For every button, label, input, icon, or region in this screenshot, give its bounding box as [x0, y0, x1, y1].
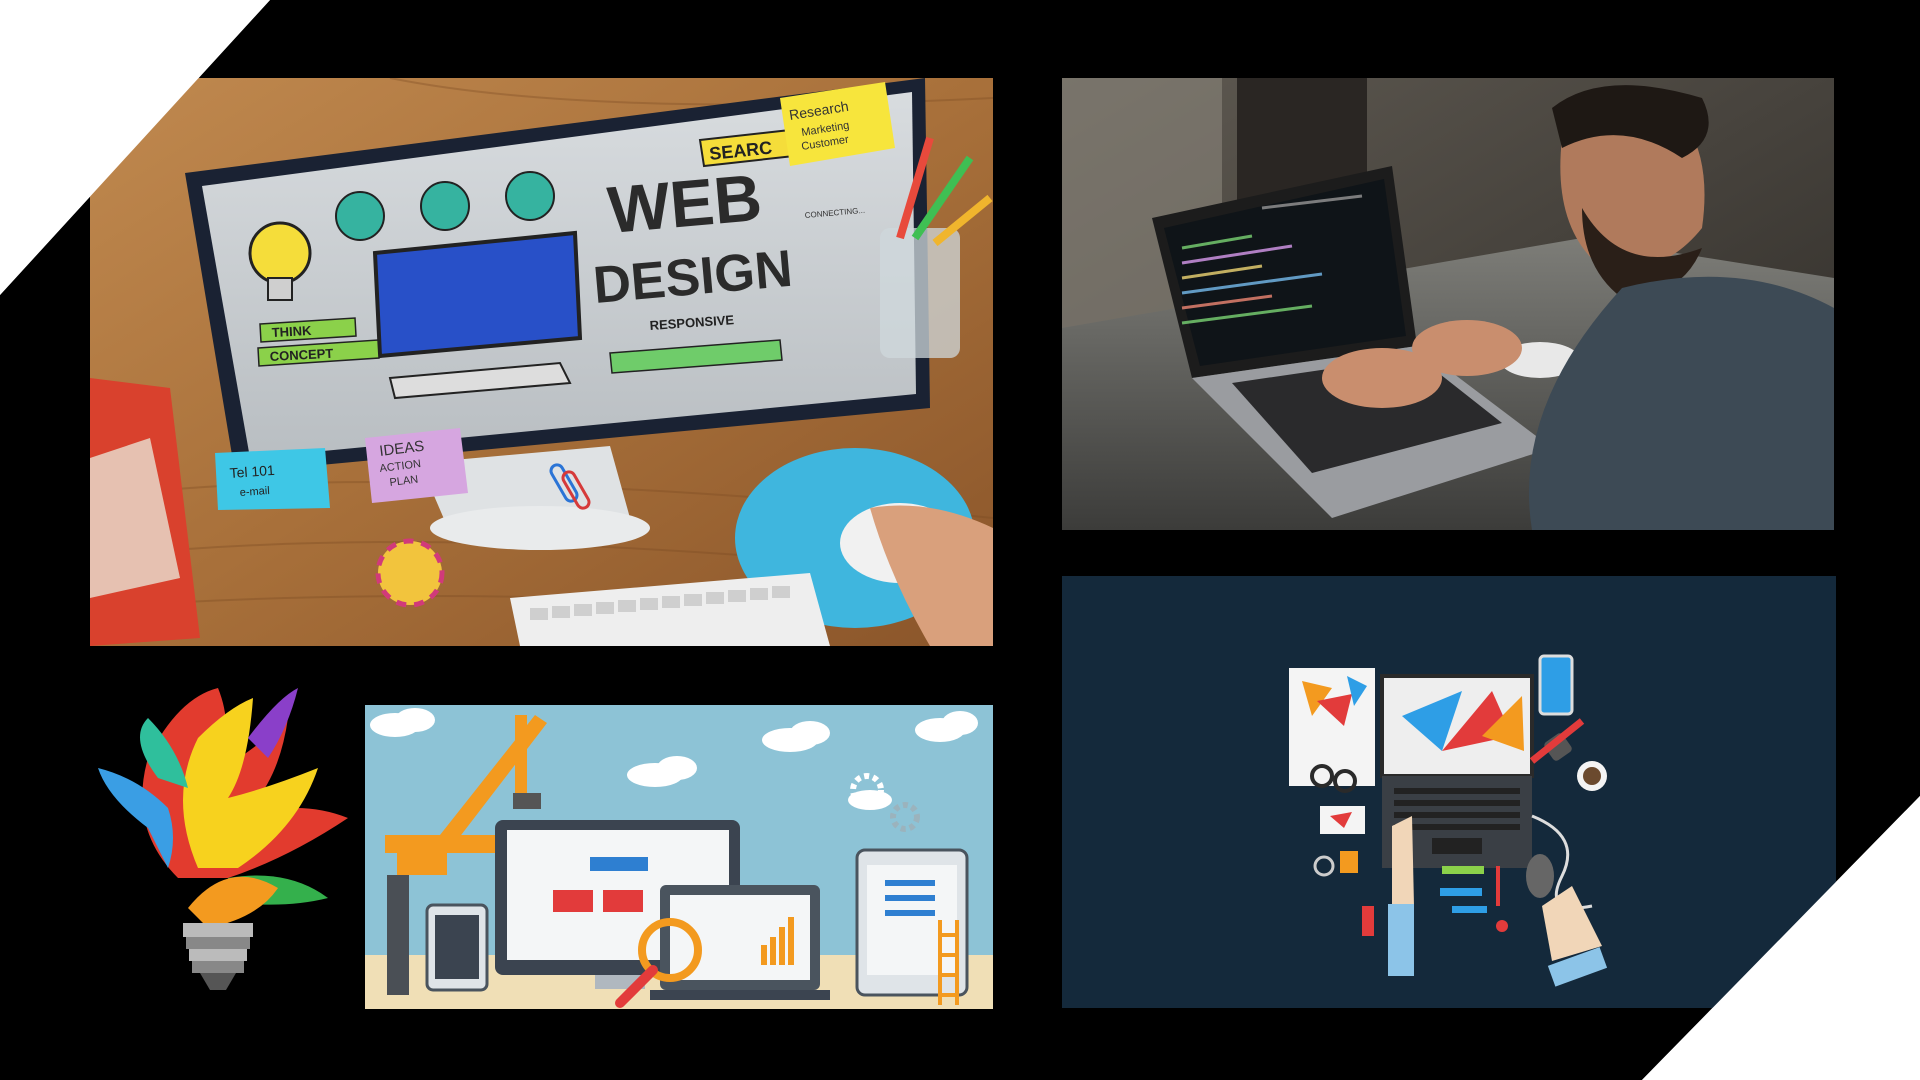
paint-splash-lightbulb	[88, 678, 368, 994]
note-blue-line2: e-mail	[239, 485, 270, 499]
developer-laptop-photo	[1062, 78, 1834, 530]
web-text: WEB	[605, 160, 765, 247]
web-design-photo: WEB DESIGN SEARC Research Marketing Cust…	[90, 78, 993, 646]
note-blue-line1: Tel 101	[229, 462, 275, 481]
collage-canvas: WEB DESIGN SEARC Research Marketing Cust…	[0, 0, 1920, 1080]
flat-workspace-illustration	[1062, 576, 1836, 1008]
website-construction-illustration	[365, 705, 993, 1009]
think-label: THINK	[271, 323, 312, 340]
